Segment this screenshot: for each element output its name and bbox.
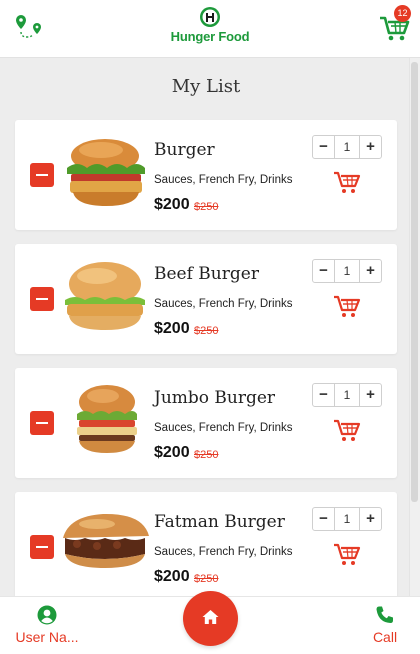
add-to-cart-icon[interactable] <box>333 542 361 568</box>
home-button[interactable] <box>183 591 238 646</box>
app-header: Hunger Food 12 <box>0 0 420 58</box>
quantity-stepper: − 1 + <box>312 383 382 407</box>
list-item: Burger Sauces, French Fry, Drinks $200 $… <box>15 120 397 230</box>
list-item: Jumbo Burger Sauces, French Fry, Drinks … <box>15 368 397 478</box>
item-price: $200 <box>154 568 190 585</box>
call-label: Call <box>372 629 398 645</box>
increase-quantity-button[interactable]: + <box>359 136 381 158</box>
fatman-burger-image <box>63 513 149 568</box>
increase-quantity-button[interactable]: + <box>359 508 381 530</box>
item-old-price: $250 <box>194 449 219 461</box>
remove-item-button[interactable] <box>30 411 54 435</box>
cart-count-badge: 12 <box>394 5 411 22</box>
add-to-cart-icon[interactable] <box>333 294 361 320</box>
quantity-value: 1 <box>343 388 351 402</box>
item-name: Burger <box>154 140 215 160</box>
quantity-value: 1 <box>343 140 351 154</box>
location-route-icon[interactable] <box>14 12 44 42</box>
phone-icon <box>376 606 393 623</box>
item-description: Sauces, French Fry, Drinks <box>154 546 293 558</box>
item-old-price: $250 <box>194 325 219 337</box>
remove-item-button[interactable] <box>30 287 54 311</box>
item-price: $200 <box>154 196 190 213</box>
quantity-stepper: − 1 + <box>312 507 382 531</box>
item-price: $200 <box>154 320 190 337</box>
scrollbar-thumb[interactable] <box>411 62 418 502</box>
page-title: My List <box>171 76 241 97</box>
decrease-quantity-button[interactable]: − <box>313 384 335 406</box>
user-name-label: User Na... <box>15 629 79 645</box>
burger-image <box>67 139 145 206</box>
item-description: Sauces, French Fry, Drinks <box>154 298 293 310</box>
jumbo-burger-image <box>77 385 137 453</box>
item-old-price: $250 <box>194 573 219 585</box>
item-description: Sauces, French Fry, Drinks <box>154 174 293 186</box>
item-name: Fatman Burger <box>154 512 285 532</box>
add-to-cart-icon[interactable] <box>333 170 361 196</box>
decrease-quantity-button[interactable]: − <box>313 260 335 282</box>
increase-quantity-button[interactable]: + <box>359 384 381 406</box>
item-description: Sauces, French Fry, Drinks <box>154 422 293 434</box>
item-name: Jumbo Burger <box>154 388 276 408</box>
quantity-stepper: − 1 + <box>312 135 382 159</box>
user-nav-button[interactable]: User Na... <box>12 605 82 651</box>
user-circle-icon <box>37 605 57 625</box>
quantity-stepper: − 1 + <box>312 259 382 283</box>
item-price: $200 <box>154 444 190 461</box>
item-name: Beef Burger <box>154 264 259 284</box>
beef-burger-image <box>65 262 145 330</box>
list-item: Beef Burger Sauces, French Fry, Drinks $… <box>15 244 397 354</box>
quantity-value: 1 <box>343 512 351 526</box>
increase-quantity-button[interactable]: + <box>359 260 381 282</box>
app-logo[interactable]: Hunger Food <box>170 6 250 50</box>
chef-hat-icon <box>200 7 220 27</box>
remove-item-button[interactable] <box>30 163 54 187</box>
list-item: Fatman Burger Sauces, French Fry, Drinks… <box>15 492 397 602</box>
remove-item-button[interactable] <box>30 535 54 559</box>
call-nav-button[interactable]: Call <box>362 605 408 651</box>
add-to-cart-icon[interactable] <box>333 418 361 444</box>
quantity-value: 1 <box>343 264 351 278</box>
item-old-price: $250 <box>194 201 219 213</box>
decrease-quantity-button[interactable]: − <box>313 136 335 158</box>
home-icon <box>202 610 219 624</box>
decrease-quantity-button[interactable]: − <box>313 508 335 530</box>
brand-name: Hunger Food <box>170 29 250 44</box>
